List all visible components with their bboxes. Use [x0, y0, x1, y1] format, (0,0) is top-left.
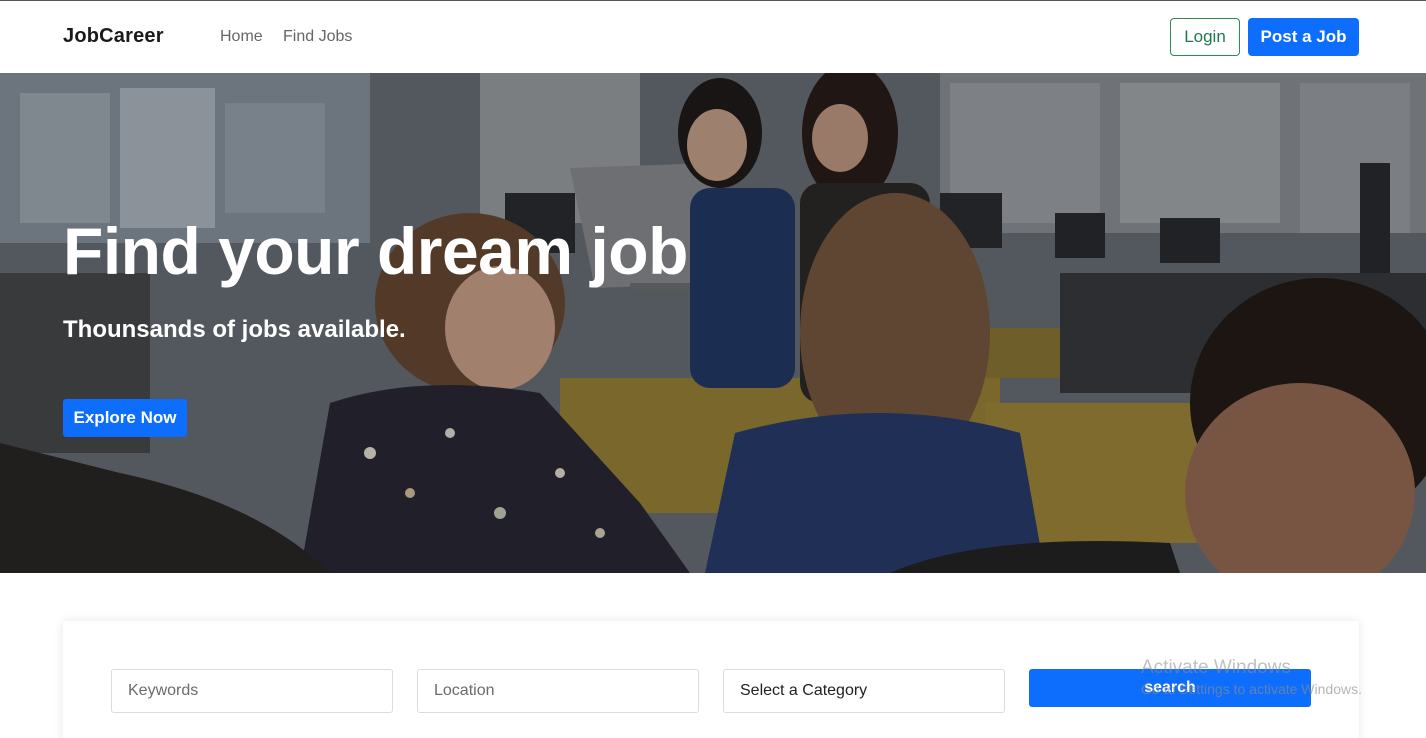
hero-title: Find your dream job	[63, 214, 688, 288]
nav-link-find-jobs[interactable]: Find Jobs	[283, 28, 352, 46]
keywords-input[interactable]: Keywords	[111, 669, 393, 713]
post-job-button[interactable]: Post a Job	[1248, 18, 1359, 56]
category-select[interactable]: Select a Category	[723, 669, 1005, 713]
activate-windows-title: Activate Windows	[1141, 657, 1291, 678]
location-input[interactable]: Location	[417, 669, 699, 713]
login-button[interactable]: Login	[1170, 18, 1240, 56]
activate-windows-text: Go to Settings to activate Windows.	[1141, 681, 1362, 697]
navbar: JobCareer Home Find Jobs Login Post a Jo…	[0, 1, 1426, 73]
explore-now-button[interactable]: Explore Now	[63, 399, 187, 437]
brand-logo[interactable]: JobCareer	[63, 25, 164, 48]
hero-banner: Find your dream job Thounsands of jobs a…	[0, 73, 1426, 573]
hero-subtitle: Thounsands of jobs available.	[63, 316, 406, 343]
nav-link-home[interactable]: Home	[220, 28, 263, 46]
job-search-form: Keywords Location Select a Category sear…	[63, 621, 1359, 738]
